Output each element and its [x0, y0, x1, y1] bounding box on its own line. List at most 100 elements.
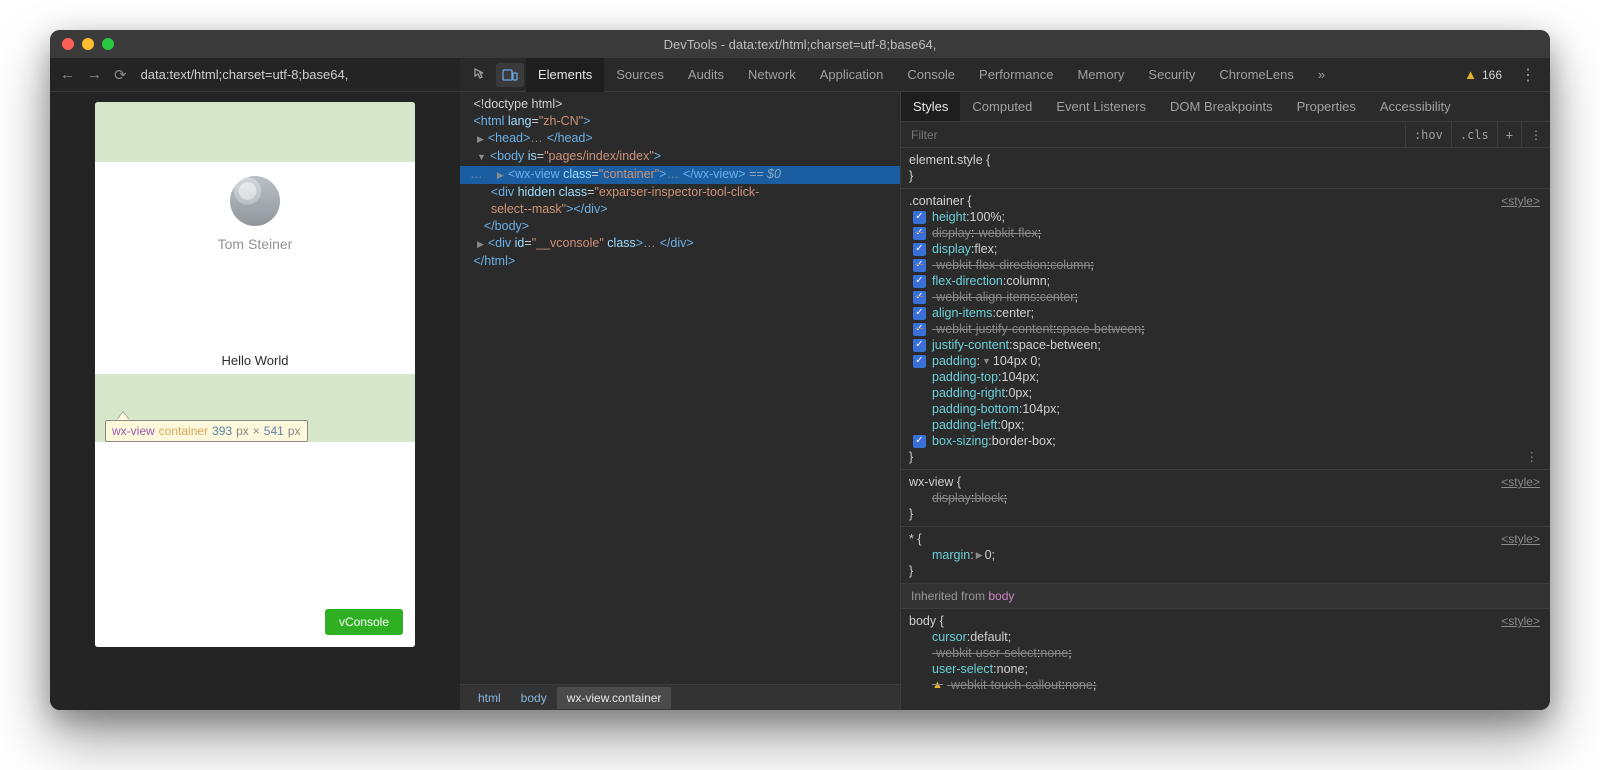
hello-text: Hello World	[222, 346, 289, 374]
preview-band-top	[95, 102, 415, 162]
checkbox-icon[interactable]: ✓	[913, 243, 926, 256]
dom-pane: <!doctype html> <html lang="zh-CN"> <hea…	[460, 92, 900, 710]
subtab-properties[interactable]: Properties	[1285, 92, 1368, 121]
tooltip-arrow-icon	[117, 412, 129, 420]
tooltip-w: 393	[212, 424, 232, 438]
subtab-eventlisteners[interactable]: Event Listeners	[1044, 92, 1158, 121]
crumb-body[interactable]: body	[511, 687, 557, 709]
checkbox-icon[interactable]: ✓	[913, 339, 926, 352]
subtab-accessibility[interactable]: Accessibility	[1368, 92, 1463, 121]
rule-wx-view[interactable]: <style> wx-view { display: block; }	[901, 470, 1550, 527]
checkbox-icon[interactable]: ✓	[913, 227, 926, 240]
avatar	[230, 176, 280, 226]
nav-bar: ← → ⟳ data:text/html;charset=utf-8;base6…	[50, 58, 460, 92]
tab-application[interactable]: Application	[808, 58, 896, 92]
tab-performance[interactable]: Performance	[967, 58, 1065, 92]
warning-count: 166	[1482, 68, 1502, 82]
tab-audits[interactable]: Audits	[676, 58, 736, 92]
minimize-icon[interactable]	[82, 38, 94, 50]
checkbox-icon[interactable]: ✓	[913, 307, 926, 320]
tooltip-h: 541	[264, 424, 284, 438]
tabs-overflow[interactable]: »	[1306, 58, 1337, 92]
devtools-window: DevTools - data:text/html;charset=utf-8;…	[50, 30, 1550, 710]
more-styles-icon[interactable]: ⋮	[1521, 122, 1550, 147]
preview-pane: ← → ⟳ data:text/html;charset=utf-8;base6…	[50, 58, 460, 710]
tooltip-times: ×	[253, 424, 260, 438]
checkbox-icon[interactable]: ✓	[913, 211, 926, 224]
content: ← → ⟳ data:text/html;charset=utf-8;base6…	[50, 58, 1550, 710]
tab-security[interactable]: Security	[1136, 58, 1207, 92]
checkbox-icon[interactable]: ✓	[913, 291, 926, 304]
tab-memory[interactable]: Memory	[1065, 58, 1136, 92]
device-toggle-icon[interactable]	[496, 63, 524, 87]
warning-icon: ▲	[932, 677, 943, 693]
forward-icon[interactable]: →	[87, 66, 102, 83]
subtab-computed[interactable]: Computed	[960, 92, 1044, 121]
url-text: data:text/html;charset=utf-8;base64,	[141, 67, 349, 82]
inspect-icon[interactable]	[466, 63, 494, 87]
window-controls	[62, 38, 114, 50]
css-rules[interactable]: element.style { } <style> .container { ✓…	[901, 148, 1550, 710]
subtab-styles[interactable]: Styles	[901, 92, 960, 121]
checkbox-icon[interactable]: ✓	[913, 259, 926, 272]
device-frame[interactable]: Tom Steiner Hello World wx-view container…	[95, 102, 415, 647]
close-icon[interactable]	[62, 38, 74, 50]
preview-band-mid: wx-view container 393 px × 541 px	[95, 374, 415, 442]
kebab-icon[interactable]: ⋮	[1512, 65, 1544, 85]
crumb-wxview[interactable]: wx-view.container	[557, 687, 672, 709]
tab-console[interactable]: Console	[895, 58, 967, 92]
filter-bar: :hov .cls + ⋮	[901, 122, 1550, 148]
main-toolbar: Elements Sources Audits Network Applicat…	[460, 58, 1550, 92]
warning-icon: ▲	[1464, 67, 1477, 82]
rule-container[interactable]: <style> .container { ✓height: 100%; ✓dis…	[901, 189, 1550, 470]
tooltip-px1: px	[236, 424, 249, 438]
filter-input[interactable]	[901, 128, 1405, 142]
checkbox-icon[interactable]: ✓	[913, 355, 926, 368]
new-rule-button[interactable]: +	[1497, 122, 1521, 147]
style-source-link[interactable]: <style>	[1501, 474, 1540, 490]
devtools-main: Elements Sources Audits Network Applicat…	[460, 58, 1550, 710]
tooltip-tag: wx-view	[112, 424, 155, 438]
inspect-tooltip: wx-view container 393 px × 541 px	[105, 420, 308, 442]
checkbox-icon[interactable]: ✓	[913, 275, 926, 288]
inherited-body-link[interactable]: body	[988, 589, 1014, 603]
rule-body[interactable]: <style> body { cursor: default; -webkit-…	[901, 609, 1550, 697]
preview-rest: vConsole	[95, 442, 415, 647]
rule-element-style[interactable]: element.style { }	[901, 148, 1550, 189]
crumb-html[interactable]: html	[468, 687, 511, 709]
main-tabs: Elements Sources Audits Network Applicat…	[526, 58, 1337, 92]
tab-chromelens[interactable]: ChromeLens	[1207, 58, 1305, 92]
dom-breadcrumbs: html body wx-view.container	[460, 684, 900, 710]
tooltip-class: container	[159, 424, 208, 438]
checkbox-icon[interactable]: ✓	[913, 435, 926, 448]
inherited-from-row: Inherited from body	[901, 584, 1550, 609]
styles-subtabs: Styles Computed Event Listeners DOM Brea…	[901, 92, 1550, 122]
dom-tree[interactable]: <!doctype html> <html lang="zh-CN"> <hea…	[460, 92, 900, 684]
subtab-dombreakpoints[interactable]: DOM Breakpoints	[1158, 92, 1285, 121]
warnings-badge[interactable]: ▲ 166	[1464, 67, 1502, 82]
tooltip-px2: px	[288, 424, 301, 438]
username-label: Tom Steiner	[218, 236, 293, 252]
rule-more-icon[interactable]: ⋮	[1526, 449, 1541, 465]
preview-user-area: Tom Steiner Hello World	[95, 162, 415, 374]
cls-toggle[interactable]: .cls	[1451, 122, 1497, 147]
hov-toggle[interactable]: :hov	[1405, 122, 1451, 147]
tab-elements[interactable]: Elements	[526, 58, 604, 92]
rule-star[interactable]: <style> * { margin: ▶0; }	[901, 527, 1550, 584]
style-source-link[interactable]: <style>	[1501, 613, 1540, 629]
tab-network[interactable]: Network	[736, 58, 808, 92]
reload-icon[interactable]: ⟳	[114, 66, 127, 84]
device-preview: Tom Steiner Hello World wx-view container…	[50, 92, 460, 710]
back-icon[interactable]: ←	[60, 66, 75, 83]
tab-sources[interactable]: Sources	[604, 58, 676, 92]
vconsole-button[interactable]: vConsole	[325, 609, 403, 635]
maximize-icon[interactable]	[102, 38, 114, 50]
work-area: <!doctype html> <html lang="zh-CN"> <hea…	[460, 92, 1550, 710]
window-title: DevTools - data:text/html;charset=utf-8;…	[664, 37, 937, 52]
styles-pane: Styles Computed Event Listeners DOM Brea…	[900, 92, 1550, 710]
style-source-link[interactable]: <style>	[1501, 531, 1540, 547]
titlebar: DevTools - data:text/html;charset=utf-8;…	[50, 30, 1550, 58]
style-source-link[interactable]: <style>	[1501, 193, 1540, 209]
checkbox-icon[interactable]: ✓	[913, 323, 926, 336]
dom-selected-node[interactable]: … <wx-view class="container">…</wx-view>…	[460, 166, 900, 184]
